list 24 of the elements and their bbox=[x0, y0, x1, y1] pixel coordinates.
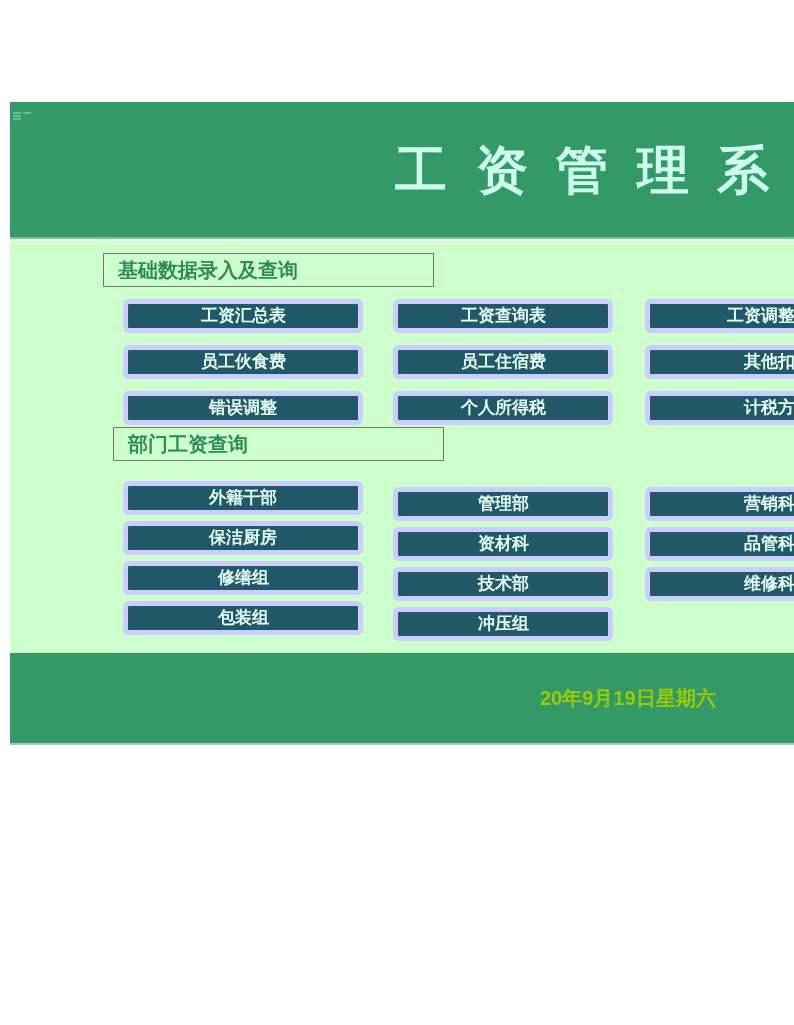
nav-button[interactable]: 错误调整 bbox=[123, 391, 363, 425]
section-heading: 基础数据录入及查询 bbox=[103, 253, 434, 287]
nav-button[interactable]: 计税方 bbox=[645, 391, 794, 425]
nav-button[interactable]: 修缮组 bbox=[123, 561, 363, 595]
nav-button[interactable]: 工资汇总表 bbox=[123, 299, 363, 333]
nav-button[interactable]: 外籍干部 bbox=[123, 481, 363, 515]
nav-button[interactable]: 个人所得税 bbox=[393, 391, 613, 425]
nav-button[interactable]: 资材科 bbox=[393, 527, 613, 561]
nav-button[interactable]: 保洁厨房 bbox=[123, 521, 363, 555]
app-title: 工资管理系 bbox=[394, 137, 794, 202]
nav-button[interactable]: 其他扣 bbox=[645, 345, 794, 379]
nav-button[interactable]: 管理部 bbox=[393, 487, 613, 521]
nav-button[interactable]: 冲压组 bbox=[393, 607, 613, 641]
nav-button[interactable]: 包装组 bbox=[123, 601, 363, 635]
nav-button[interactable]: 品管科 bbox=[645, 527, 794, 561]
nav-button[interactable]: 员工住宿费 bbox=[393, 345, 613, 379]
nav-button[interactable]: 员工伙食费 bbox=[123, 345, 363, 379]
nav-button[interactable]: 维修科 bbox=[645, 567, 794, 601]
date-label: 20年9月19日星期六 bbox=[540, 686, 716, 711]
nav-button[interactable]: 技术部 bbox=[393, 567, 613, 601]
section-heading: 部门工资查询 bbox=[113, 427, 444, 461]
nav-button[interactable]: 工资查询表 bbox=[393, 299, 613, 333]
nav-button[interactable]: 营销科 bbox=[645, 487, 794, 521]
nav-button[interactable]: 工资调整 bbox=[645, 299, 794, 333]
